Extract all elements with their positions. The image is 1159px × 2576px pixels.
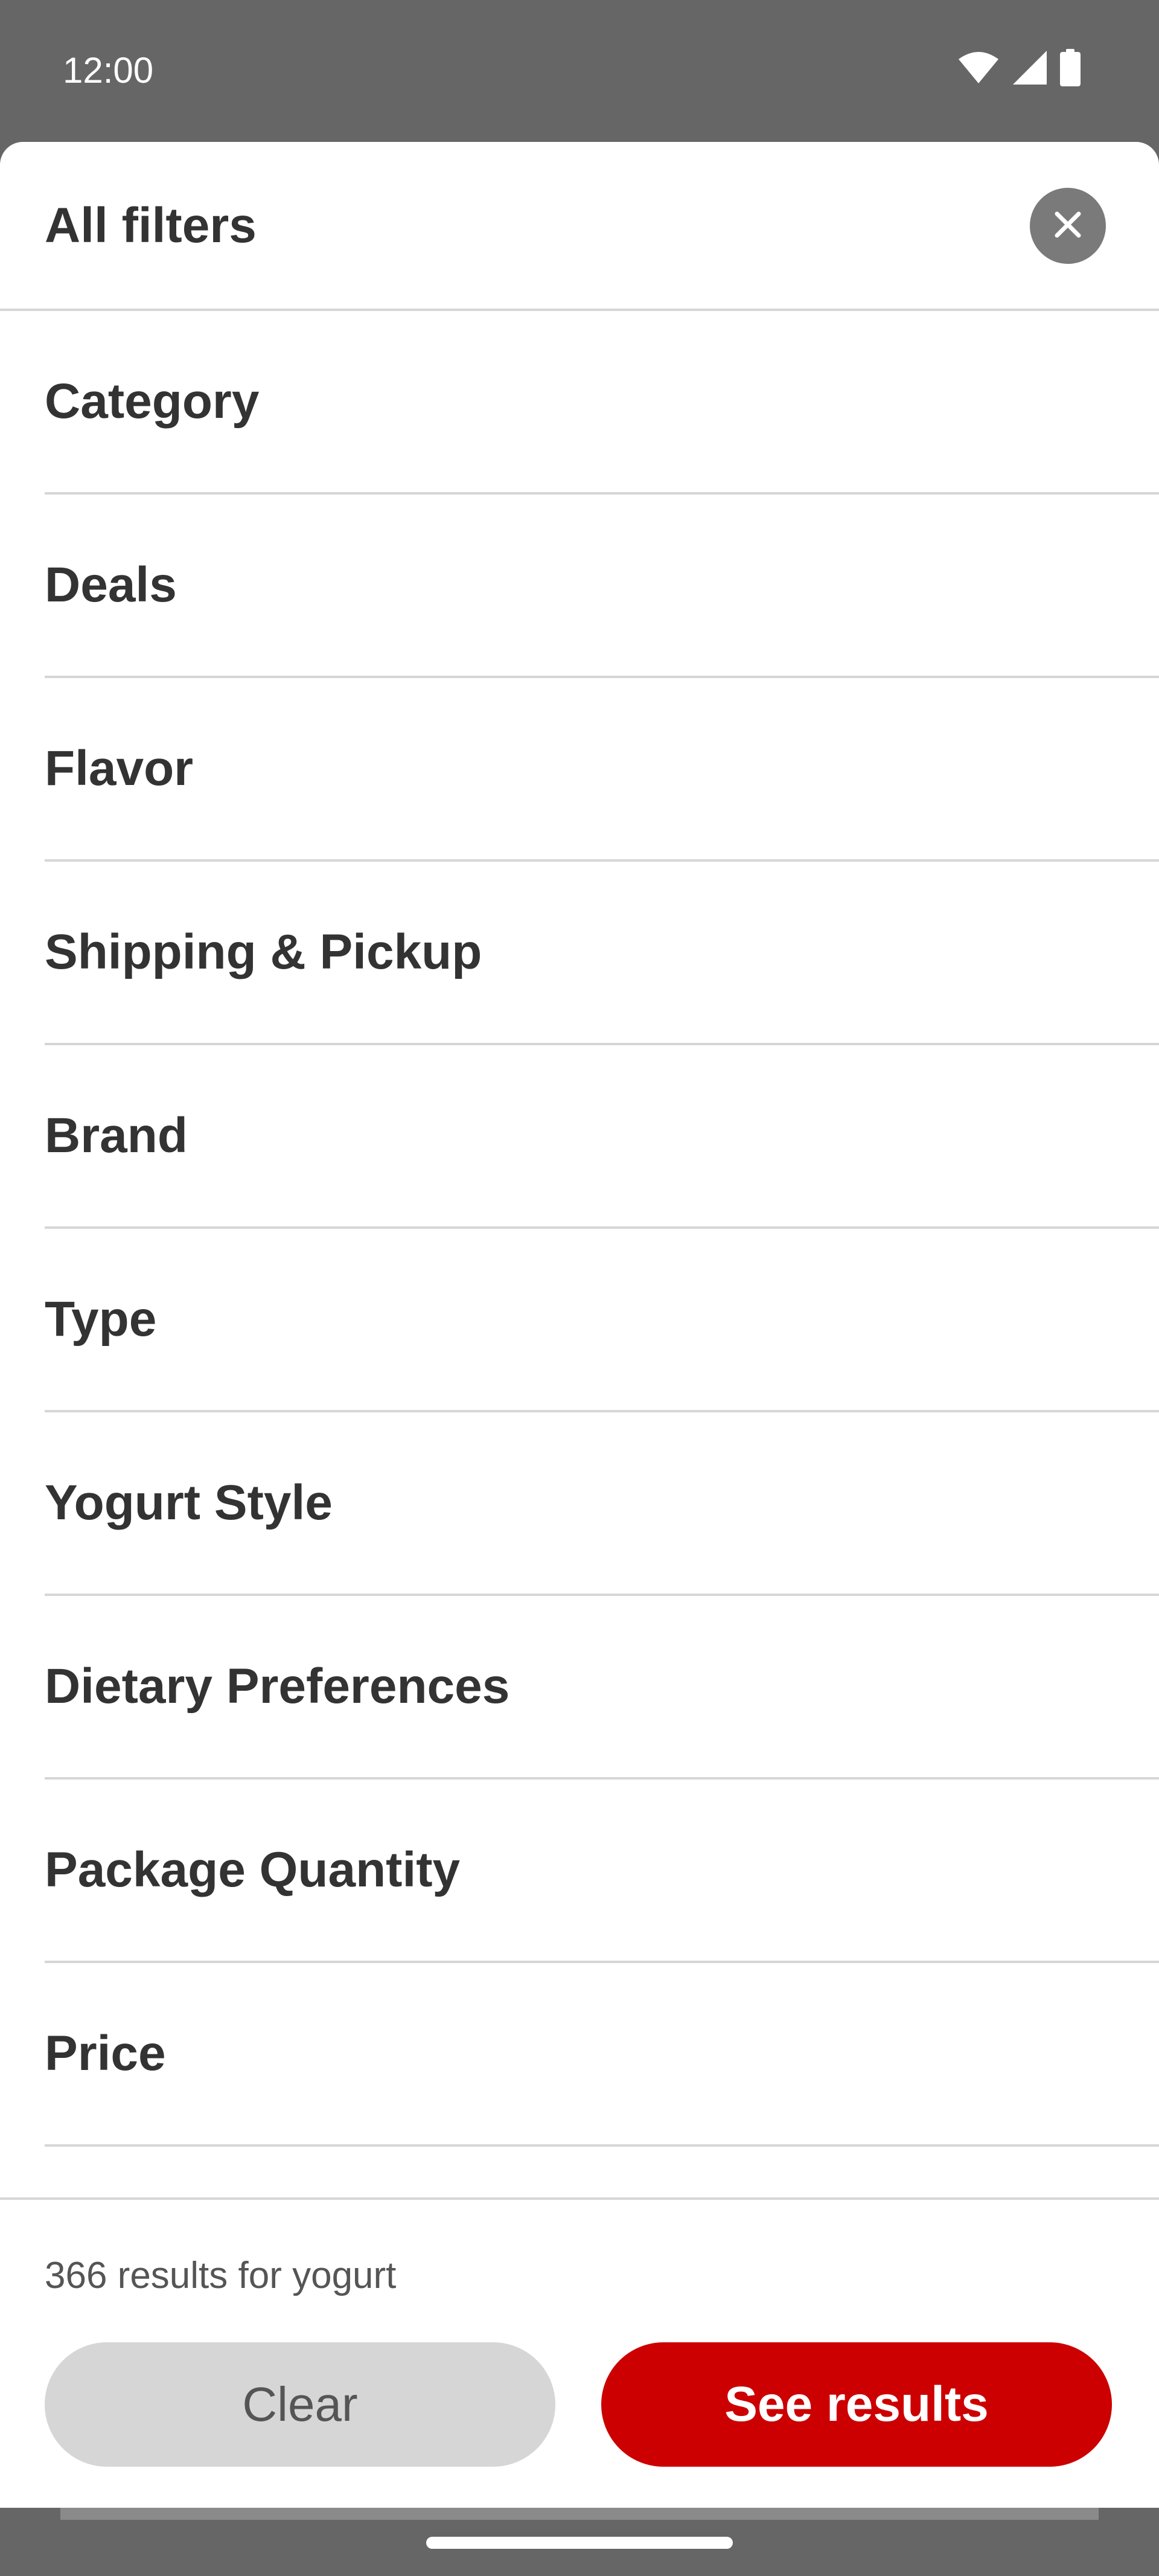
filter-item-dietary-preferences[interactable]: Dietary Preferences bbox=[0, 1596, 1159, 1780]
filter-label: Category bbox=[45, 374, 260, 429]
filter-item-type[interactable]: Type bbox=[0, 1229, 1159, 1412]
close-icon bbox=[1051, 208, 1085, 245]
sheet-title: All filters bbox=[45, 198, 257, 253]
filter-label: Type bbox=[45, 1292, 157, 1347]
filter-item-brand[interactable]: Brand bbox=[0, 1045, 1159, 1229]
filter-item-yogurt-style[interactable]: Yogurt Style bbox=[0, 1412, 1159, 1596]
clear-button[interactable]: Clear bbox=[45, 2342, 555, 2467]
filter-label: Shipping & Pickup bbox=[45, 924, 482, 979]
close-button[interactable] bbox=[1030, 188, 1106, 264]
status-icons bbox=[957, 48, 1081, 89]
filter-item-price[interactable]: Price bbox=[0, 1963, 1159, 2147]
results-count-text: 366 results for yogurt bbox=[45, 2255, 397, 2296]
background-page-edge bbox=[60, 2508, 1099, 2520]
status-bar: 12:00 bbox=[0, 0, 1159, 142]
filter-item-category[interactable]: Category bbox=[0, 311, 1159, 495]
all-filters-sheet: All filters Category Deals Flavor Shipping … bbox=[0, 142, 1159, 2508]
filter-label: Package Quantity bbox=[45, 1842, 461, 1897]
filter-item-shipping-and-pickup[interactable]: Shipping & Pickup bbox=[0, 862, 1159, 1045]
wifi-icon bbox=[957, 51, 1000, 88]
filter-item-package-quantity[interactable]: Package Quantity bbox=[0, 1780, 1159, 1963]
see-results-button[interactable]: See results bbox=[601, 2342, 1112, 2467]
filter-label: Flavor bbox=[45, 741, 194, 796]
battery-icon bbox=[1060, 48, 1081, 89]
home-indicator[interactable] bbox=[426, 2537, 733, 2549]
filter-label: Deals bbox=[45, 557, 177, 612]
filter-item-flavor[interactable]: Flavor bbox=[0, 678, 1159, 862]
cellular-signal-icon bbox=[1012, 50, 1048, 89]
filter-label: Dietary Preferences bbox=[45, 1659, 510, 1714]
status-time: 12:00 bbox=[63, 50, 154, 91]
filter-label: Brand bbox=[45, 1108, 188, 1163]
filter-item-deals[interactable]: Deals bbox=[0, 495, 1159, 678]
sheet-header: All filters bbox=[0, 142, 1159, 311]
sheet-footer: 366 results for yogurt Clear See results bbox=[0, 2197, 1159, 2508]
filter-label: Yogurt Style bbox=[45, 1475, 333, 1530]
filter-list: Category Deals Flavor Shipping & Pickup Bran… bbox=[0, 311, 1159, 2147]
navigation-bar bbox=[0, 2508, 1159, 2576]
filter-label: Price bbox=[45, 2026, 166, 2081]
